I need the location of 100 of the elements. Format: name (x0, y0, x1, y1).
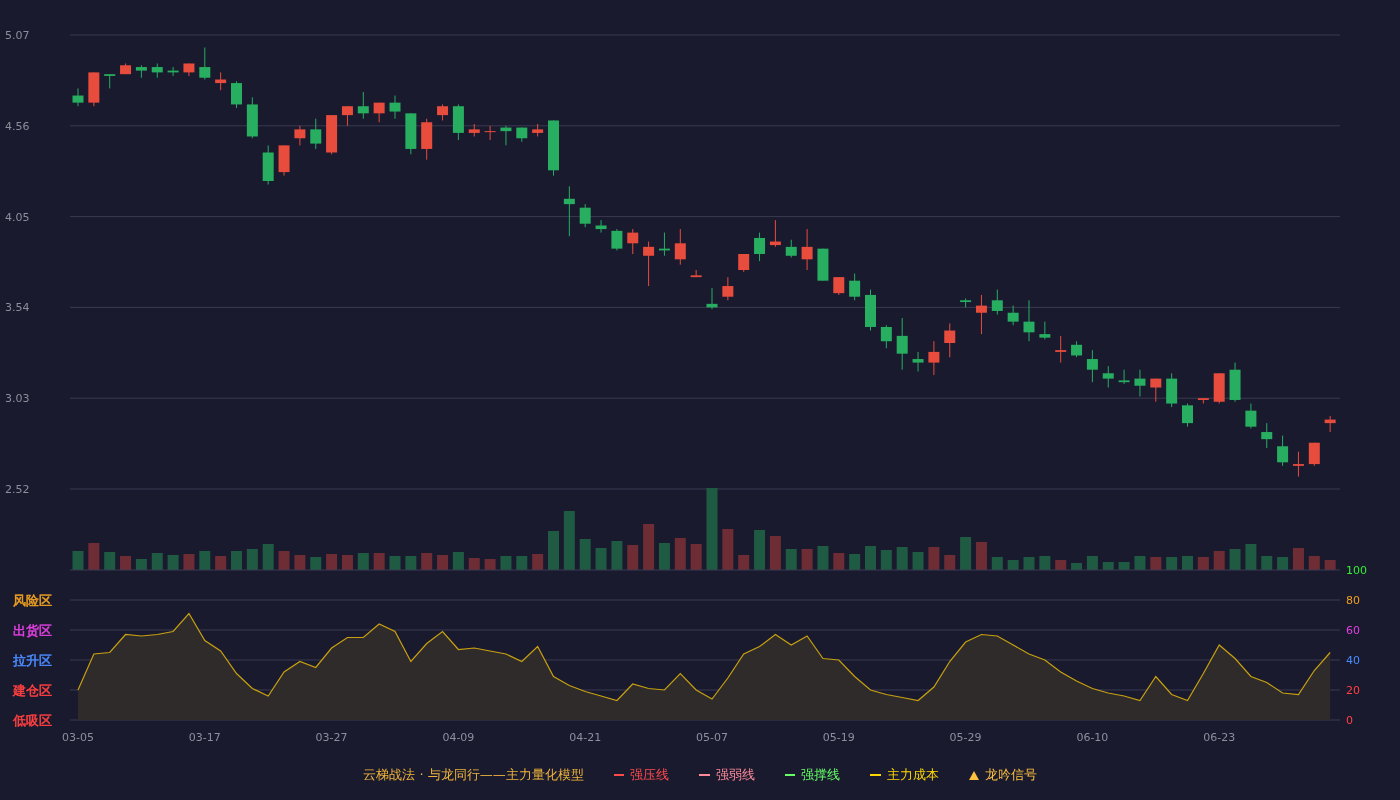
volume-bar (975, 542, 987, 570)
volume-bar (437, 555, 449, 570)
volume-bar (1118, 562, 1130, 570)
candlestick (1150, 378, 1162, 403)
candlestick (1182, 403, 1193, 428)
zone-label: 建仓区 (13, 683, 52, 698)
axis-label: 4.05 (5, 210, 30, 224)
axis-label: 100 (1346, 564, 1367, 577)
candlestick (627, 228, 639, 255)
legend-label: 强弱线 (715, 766, 755, 784)
volume-bar (357, 553, 369, 570)
volume-bar (516, 556, 528, 570)
candlestick (817, 248, 829, 282)
candlestick (326, 114, 338, 155)
candlestick (1308, 442, 1320, 467)
candlestick (421, 118, 433, 161)
axis-label: 04-09 (442, 731, 475, 744)
volume-bar (579, 539, 591, 570)
candlestick (1229, 362, 1241, 403)
candlestick (468, 123, 480, 137)
volume-bar (120, 556, 132, 570)
axis-label: 05-07 (696, 731, 728, 744)
candlestick (674, 228, 686, 266)
candlestick (120, 63, 132, 75)
volume-bar (690, 544, 702, 570)
candlestick (991, 289, 1003, 315)
volume-bar (405, 556, 417, 570)
candlestick (215, 71, 227, 91)
volume-bar (1277, 557, 1289, 570)
candlestick (1039, 321, 1051, 340)
volume-bar (341, 555, 353, 570)
volume-bar (1150, 557, 1162, 570)
volume-bar (389, 556, 401, 570)
candlestick (405, 112, 417, 155)
candlestick (928, 340, 940, 376)
candlestick (357, 91, 369, 120)
candlestick (532, 123, 544, 137)
legend-label: 强压线 (629, 766, 669, 784)
candlestick (896, 317, 908, 371)
zone-label: 风险区 (13, 593, 52, 608)
candlestick (865, 289, 876, 332)
volume-bar (991, 557, 1003, 570)
volume-bar (1007, 560, 1019, 570)
candlestick (1055, 335, 1067, 364)
axis-label: 03-27 (315, 731, 348, 744)
volume-bar (1023, 557, 1035, 570)
volume-bar (785, 549, 797, 570)
candlestick (801, 228, 813, 271)
volume-bar (563, 511, 575, 570)
candlestick (373, 102, 385, 123)
candlestick (658, 232, 670, 257)
candlestick (1166, 372, 1178, 408)
volume-bar (500, 556, 512, 570)
candlestick (341, 105, 353, 127)
volume-bar (326, 554, 338, 570)
candlestick (437, 103, 449, 121)
candlestick (563, 185, 575, 237)
volume-bar (658, 543, 670, 570)
candlestick (1292, 451, 1304, 478)
candlestick (1277, 435, 1289, 467)
candlestick (278, 144, 290, 177)
axis-label: 80 (1346, 594, 1360, 607)
zone-label: 拉升区 (13, 653, 52, 668)
candlestick (310, 118, 322, 150)
volume-bar (1324, 560, 1336, 570)
candlestick (1213, 372, 1225, 405)
axis-label: 0 (1346, 714, 1353, 727)
volume-bar (849, 554, 861, 570)
candlestick (944, 322, 956, 358)
volume-bar (294, 555, 306, 570)
candlestick (104, 73, 116, 89)
axis-label: 60 (1346, 624, 1360, 637)
volume-bar (1102, 562, 1114, 570)
candlestick (643, 241, 655, 287)
volume-bar (1213, 551, 1225, 570)
volume-bar (1261, 556, 1273, 570)
candlestick (1324, 415, 1336, 433)
volume-bar (1055, 560, 1067, 570)
volume-bar (1166, 557, 1178, 570)
volume-bar (167, 555, 179, 570)
candlestick (516, 127, 528, 143)
candlestick (500, 125, 512, 146)
candlestick (690, 269, 702, 278)
legend-label: 强撑线 (800, 766, 840, 784)
volume-bar (199, 551, 211, 570)
volume-bar (833, 553, 845, 570)
volume-bar (151, 553, 163, 570)
volume-bar (468, 558, 480, 570)
axis-label: 03-05 (62, 731, 94, 744)
candlestick (722, 276, 734, 301)
candlestick (960, 298, 972, 308)
volume-bar (643, 524, 655, 570)
candlestick (151, 63, 163, 79)
candlestick (1197, 397, 1209, 405)
volume-bar (738, 555, 750, 570)
candlestick (849, 273, 861, 301)
candlestick (738, 253, 750, 273)
volume-bar (532, 554, 544, 570)
axis-label: 03-17 (188, 731, 221, 744)
candlestick (1102, 365, 1114, 388)
